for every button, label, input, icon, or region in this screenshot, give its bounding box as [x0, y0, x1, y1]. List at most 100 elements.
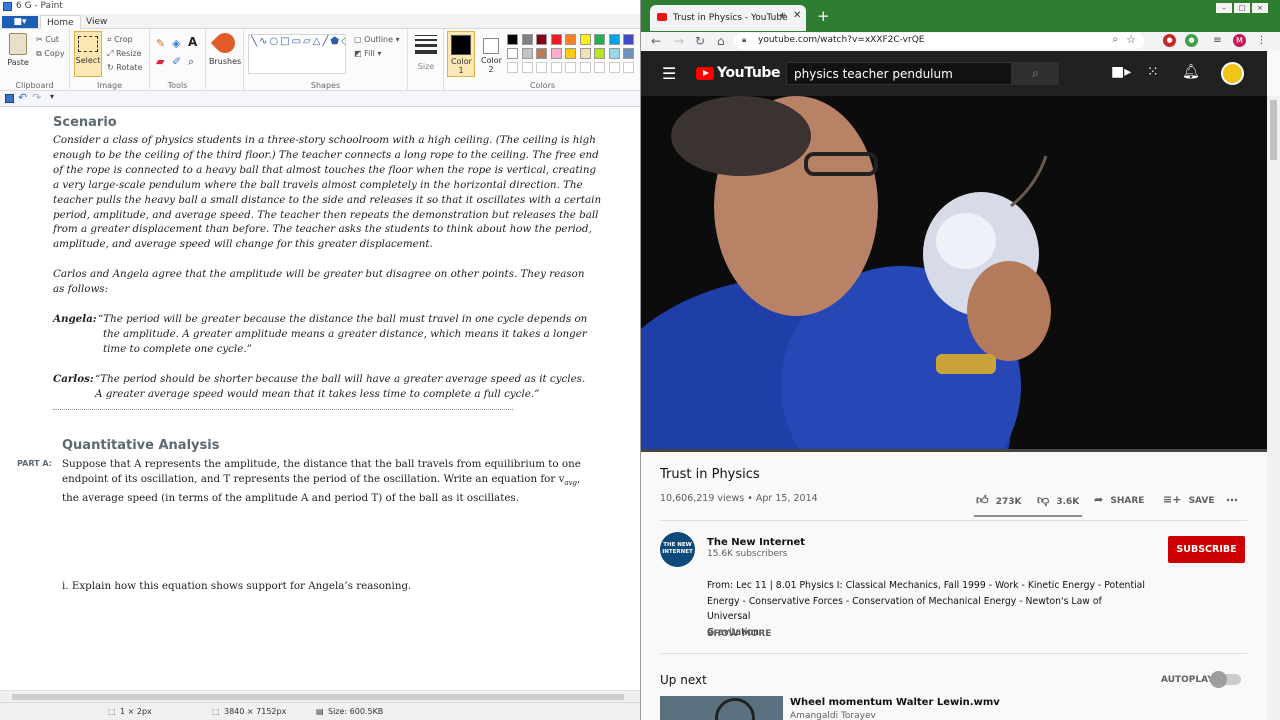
browser-tab[interactable]: Trust in Physics - YouTube 🔊︎ ✕: [650, 5, 806, 31]
like-button[interactable]: 👍︎ 273K: [976, 493, 1021, 508]
paint-file-menu-button[interactable]: ■▾: [2, 16, 38, 28]
channel-avatar[interactable]: THE NEW INTERNET: [660, 532, 695, 567]
close-window-icon[interactable]: ×: [1252, 3, 1268, 13]
color-swatch[interactable]: [536, 34, 547, 45]
video-player[interactable]: [641, 96, 1267, 451]
empty-color-swatch[interactable]: [550, 62, 562, 73]
url-text[interactable]: youtube.com/watch?v=xXXF2C-vrQE: [758, 35, 924, 45]
search-input[interactable]: physics teacher pendulum: [786, 62, 1012, 85]
show-more-button[interactable]: SHOW MORE: [707, 629, 771, 639]
home-icon[interactable]: ⌂: [717, 34, 725, 48]
tab-home[interactable]: Home: [40, 15, 81, 29]
empty-color-swatch[interactable]: [536, 62, 547, 73]
save-button[interactable]: ≡+ SAVE: [1163, 493, 1215, 506]
video-progress-bar[interactable]: [641, 449, 1267, 452]
channel-name[interactable]: The New Internet: [707, 537, 805, 548]
pencil-icon[interactable]: ✎: [156, 37, 165, 50]
brushes-button[interactable]: Brushes: [209, 28, 241, 66]
hamburger-menu-icon[interactable]: ☰: [662, 64, 676, 83]
forward-icon[interactable]: →: [674, 34, 684, 48]
back-icon[interactable]: ←: [651, 34, 661, 48]
autoplay-toggle-knob[interactable]: [1210, 671, 1227, 688]
crop-button[interactable]: ⌗ Crop: [107, 35, 133, 45]
color-swatch[interactable]: [579, 34, 591, 45]
minimize-icon[interactable]: –: [1216, 3, 1232, 13]
paste-button[interactable]: Paste: [4, 33, 32, 67]
save-icon[interactable]: [5, 94, 14, 103]
paint-canvas[interactable]: Scenario Consider a class of physics stu…: [0, 108, 640, 690]
shapes-gallery[interactable]: ╲∿○□▭▱△╱⬟◇⬠⇨⇦⇧⇩✦☆✩✧◯▢⬭◌: [248, 34, 346, 74]
user-avatar[interactable]: [1221, 62, 1244, 85]
browser-menu-icon[interactable]: ⋮: [1255, 34, 1268, 47]
page-scroll-thumb[interactable]: [1270, 100, 1277, 160]
resize-button[interactable]: ⤢ Resize: [107, 49, 142, 59]
bookmark-star-icon[interactable]: ☆: [1126, 33, 1136, 46]
next-video-title[interactable]: Wheel momentum Walter Lewin.wmv: [790, 697, 1000, 708]
address-bar[interactable]: 🔒︎ youtube.com/watch?v=xXXF2C-vrQE ⌕ ☆: [734, 33, 1144, 49]
qat-dropdown-icon[interactable]: ▾: [50, 92, 54, 101]
size-button[interactable]: Size: [412, 35, 440, 71]
outline-button[interactable]: ▢ Outline ▾: [354, 35, 400, 44]
next-video-thumbnail[interactable]: [660, 696, 783, 720]
fill-button[interactable]: ◩ Fill ▾: [354, 49, 381, 58]
color1-button[interactable]: Color 1: [447, 31, 475, 77]
text-icon[interactable]: A: [188, 35, 197, 49]
reading-list-icon[interactable]: ≡: [1211, 34, 1224, 47]
empty-color-swatch[interactable]: [608, 62, 620, 73]
color-picker-icon[interactable]: ✐: [172, 55, 181, 68]
color-swatch[interactable]: [579, 48, 591, 59]
color-swatch[interactable]: [623, 34, 634, 45]
tab-view[interactable]: View: [80, 15, 113, 29]
color-swatch[interactable]: [565, 48, 576, 59]
zoom-icon[interactable]: ⌕: [1112, 34, 1118, 45]
close-tab-icon[interactable]: ✕: [793, 10, 801, 21]
color-swatch[interactable]: [521, 48, 533, 59]
more-actions-icon[interactable]: ⋯: [1226, 493, 1238, 507]
notifications-bell-icon[interactable]: 🔔︎: [1182, 64, 1200, 80]
extension-green-icon[interactable]: ●: [1185, 34, 1198, 47]
color-swatch[interactable]: [550, 34, 562, 45]
subscribe-button[interactable]: SUBSCRIBE: [1168, 536, 1245, 563]
empty-color-swatch[interactable]: [521, 62, 533, 73]
extension-red-icon[interactable]: ●: [1163, 34, 1176, 47]
color-swatch[interactable]: [521, 34, 533, 45]
color-swatch[interactable]: [565, 34, 576, 45]
color-swatch[interactable]: [608, 48, 620, 59]
redo-icon[interactable]: ↷: [32, 91, 41, 104]
eraser-icon[interactable]: ▰: [156, 55, 164, 68]
rotate-button[interactable]: ↻ Rotate: [107, 63, 142, 72]
audio-playing-icon[interactable]: 🔊︎: [780, 11, 786, 21]
cut-button[interactable]: ✂ Cut: [36, 35, 59, 44]
color-swatch[interactable]: [608, 34, 620, 45]
empty-color-swatch[interactable]: [594, 62, 605, 73]
color-swatch[interactable]: [507, 48, 518, 59]
select-button[interactable]: Select: [74, 31, 102, 77]
youtube-logo-text[interactable]: YouTube: [717, 65, 781, 81]
color-swatch[interactable]: [623, 48, 634, 59]
apps-grid-icon[interactable]: ⁙: [1147, 64, 1159, 80]
copy-button[interactable]: ⧉ Copy: [36, 49, 65, 59]
share-button[interactable]: ➦ SHARE: [1094, 493, 1144, 506]
empty-color-swatch[interactable]: [579, 62, 591, 73]
empty-color-swatch[interactable]: [565, 62, 576, 73]
search-button[interactable]: ⌕: [1012, 62, 1059, 85]
page-scrollbar[interactable]: [1267, 96, 1280, 720]
reload-icon[interactable]: ↻: [695, 34, 705, 48]
dislike-button[interactable]: 👎︎ 3.6K: [1037, 493, 1079, 508]
magnifier-icon[interactable]: ⌕: [188, 55, 194, 69]
new-tab-icon[interactable]: +: [817, 7, 830, 25]
undo-icon[interactable]: ↶: [18, 91, 27, 104]
empty-color-swatch[interactable]: [623, 62, 634, 73]
empty-color-swatch[interactable]: [507, 62, 518, 73]
color-swatch[interactable]: [594, 48, 605, 59]
create-video-icon[interactable]: ■▸: [1111, 64, 1131, 80]
maximize-icon[interactable]: □: [1234, 3, 1250, 13]
profile-avatar[interactable]: M: [1233, 34, 1246, 47]
color-swatch[interactable]: [594, 34, 605, 45]
color-swatch[interactable]: [536, 48, 547, 59]
color-swatch[interactable]: [507, 34, 518, 45]
paint-scroll-thumb[interactable]: [12, 694, 624, 700]
paint-horizontal-scrollbar[interactable]: [0, 690, 640, 702]
fill-icon[interactable]: ◈: [172, 37, 180, 50]
color-swatch[interactable]: [550, 48, 562, 59]
